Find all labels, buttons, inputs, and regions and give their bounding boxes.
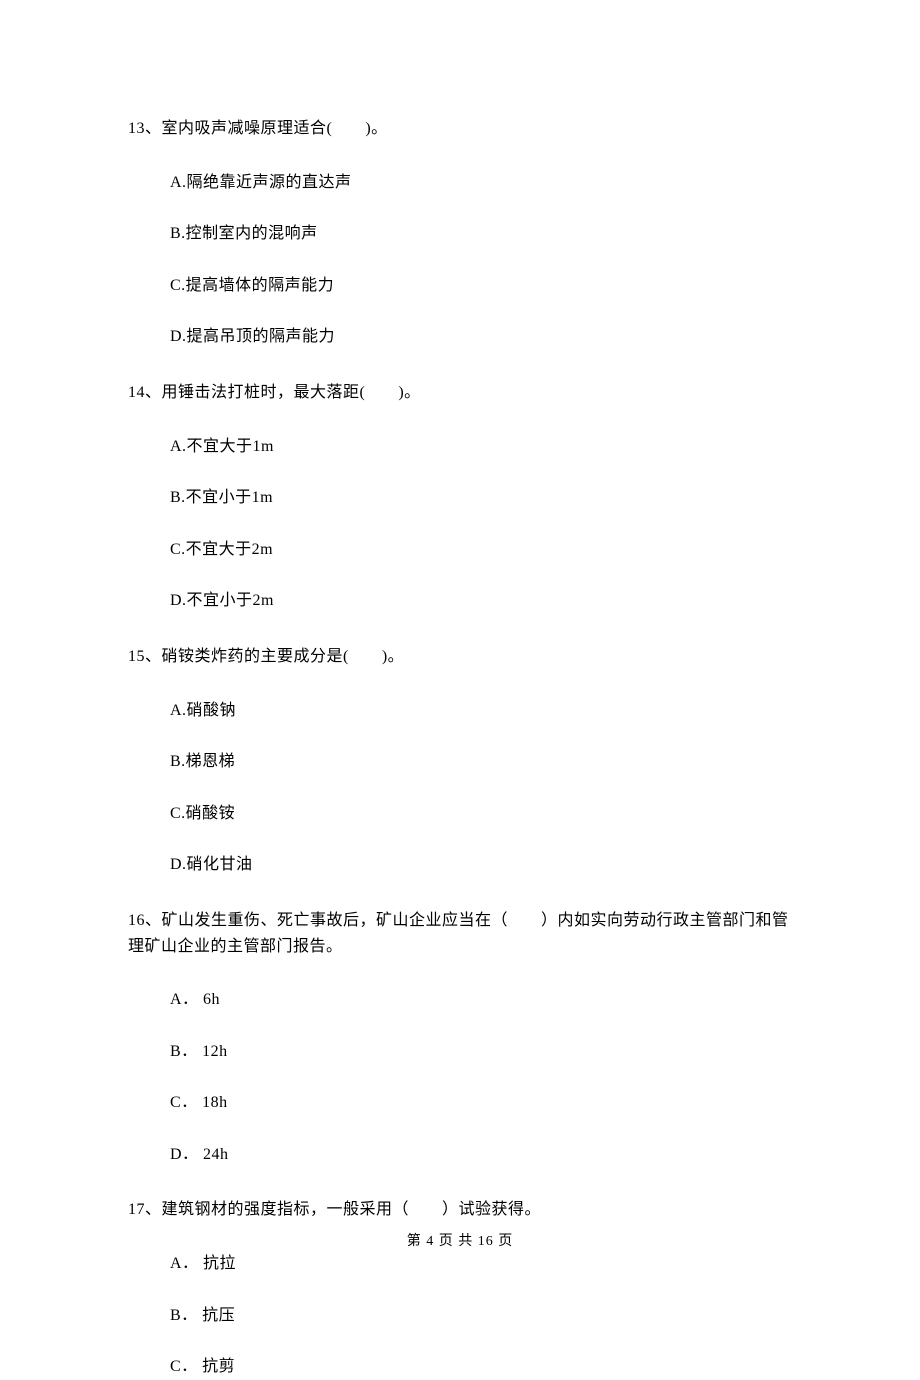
options-group: A． 6h B． 12h C． 18h D． 24h	[128, 987, 792, 1167]
option-a: A.不宜大于1m	[170, 434, 792, 460]
option-c: C． 抗剪	[170, 1354, 792, 1380]
option-b: B． 12h	[170, 1039, 792, 1065]
question-number: 16、	[128, 912, 162, 929]
options-group: A． 抗拉 B． 抗压 C． 抗剪	[128, 1251, 792, 1380]
question-number: 13、	[128, 120, 162, 137]
options-group: A.硝酸钠 B.梯恩梯 C.硝酸铵 D.硝化甘油	[128, 698, 792, 878]
option-c: C.硝酸铵	[170, 801, 792, 827]
option-d: D． 24h	[170, 1142, 792, 1168]
options-group: A.隔绝靠近声源的直达声 B.控制室内的混响声 C.提高墙体的隔声能力 D.提高…	[128, 170, 792, 350]
question-15: 15、硝铵类炸药的主要成分是( )。 A.硝酸钠 B.梯恩梯 C.硝酸铵 D.硝…	[128, 644, 792, 878]
question-number: 17、	[128, 1201, 162, 1218]
option-c: C.提高墙体的隔声能力	[170, 273, 792, 299]
option-a: A.硝酸钠	[170, 698, 792, 724]
question-text: 16、矿山发生重伤、死亡事故后，矿山企业应当在（ ）内如实向劳动行政主管部门和管…	[128, 908, 792, 959]
option-a: A.隔绝靠近声源的直达声	[170, 170, 792, 196]
option-a: A． 抗拉	[170, 1251, 792, 1277]
question-stem: 建筑钢材的强度指标，一般采用（ ）试验获得。	[162, 1201, 542, 1218]
option-b: B.梯恩梯	[170, 749, 792, 775]
option-b: B． 抗压	[170, 1303, 792, 1329]
question-17: 17、建筑钢材的强度指标，一般采用（ ）试验获得。 A． 抗拉 B． 抗压 C．…	[128, 1197, 792, 1379]
question-number: 15、	[128, 648, 162, 665]
option-c: C.不宜大于2m	[170, 537, 792, 563]
question-14: 14、用锤击法打桩时，最大落距( )。 A.不宜大于1m B.不宜小于1m C.…	[128, 380, 792, 614]
question-text: 15、硝铵类炸药的主要成分是( )。	[128, 644, 792, 670]
option-d: D.不宜小于2m	[170, 588, 792, 614]
document-page: 13、室内吸声减噪原理适合( )。 A.隔绝靠近声源的直达声 B.控制室内的混响…	[0, 0, 920, 1380]
question-16: 16、矿山发生重伤、死亡事故后，矿山企业应当在（ ）内如实向劳动行政主管部门和管…	[128, 908, 792, 1168]
question-stem: 室内吸声减噪原理适合( )。	[162, 120, 388, 137]
question-number: 14、	[128, 384, 162, 401]
question-stem: 用锤击法打桩时，最大落距( )。	[162, 384, 421, 401]
page-footer: 第 4 页 共 16 页	[0, 1230, 920, 1250]
question-text: 17、建筑钢材的强度指标，一般采用（ ）试验获得。	[128, 1197, 792, 1223]
option-d: D.硝化甘油	[170, 852, 792, 878]
option-c: C． 18h	[170, 1090, 792, 1116]
option-b: B.控制室内的混响声	[170, 221, 792, 247]
option-d: D.提高吊顶的隔声能力	[170, 324, 792, 350]
question-stem: 硝铵类炸药的主要成分是( )。	[162, 648, 405, 665]
option-a: A． 6h	[170, 987, 792, 1013]
question-text: 13、室内吸声减噪原理适合( )。	[128, 116, 792, 142]
option-b: B.不宜小于1m	[170, 485, 792, 511]
options-group: A.不宜大于1m B.不宜小于1m C.不宜大于2m D.不宜小于2m	[128, 434, 792, 614]
question-13: 13、室内吸声减噪原理适合( )。 A.隔绝靠近声源的直达声 B.控制室内的混响…	[128, 116, 792, 350]
question-stem: 矿山发生重伤、死亡事故后，矿山企业应当在（ ）内如实向劳动行政主管部门和管理矿山…	[128, 912, 789, 955]
question-text: 14、用锤击法打桩时，最大落距( )。	[128, 380, 792, 406]
